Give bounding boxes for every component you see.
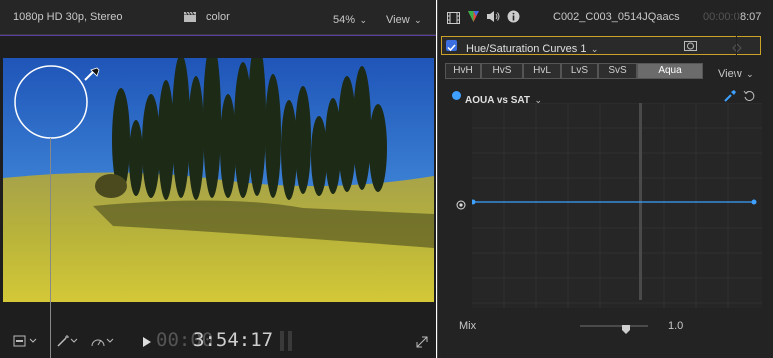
enhance-menu-wand-icon[interactable] (56, 334, 80, 348)
speed-menu-gauge-icon[interactable] (90, 334, 116, 348)
clip-duration-dim: 00:00:0 (703, 11, 740, 23)
pause-bars-icon (279, 331, 293, 351)
viewer-panel: 1080p HD 30p, Stereo color 54% ⌄ View ⌄ (0, 0, 436, 358)
inspector-clip-title: C002_C003_0514JQaacs (553, 11, 680, 23)
effect-name-menu[interactable]: Hue/Saturation Curves 1 ⌄ (466, 39, 598, 57)
view-label: View (718, 68, 742, 80)
tab-svs[interactable]: SvS (598, 63, 637, 79)
viewer-bottom-bar: 00:00 3:54:17 (0, 326, 436, 358)
mix-slider-thumb[interactable] (622, 321, 630, 334)
effect-enable-checkbox[interactable] (446, 40, 457, 52)
progress-line (0, 35, 436, 36)
mix-slider[interactable] (580, 325, 648, 334)
eyedropper-cursor-icon (82, 60, 98, 74)
callout-line-viewer (50, 138, 51, 358)
callout-line-curve (443, 96, 444, 358)
chevron-down-icon: ⌄ (746, 69, 754, 79)
mix-value: 1.0 (668, 320, 684, 332)
reset-icon[interactable] (743, 89, 755, 101)
playhead-timecode: 3:54:17 (193, 329, 274, 351)
keyframe-icon[interactable] (732, 40, 742, 53)
clip-duration: 8:07 (740, 11, 762, 23)
zoom-menu[interactable]: 54% ⌄ (333, 10, 368, 26)
tab-hvs[interactable]: HvS (481, 63, 523, 79)
zoom-value: 54% (333, 14, 356, 26)
callout-line-curve-tick (443, 96, 451, 97)
tab-hvl[interactable]: HvL (523, 63, 561, 79)
audio-speaker-icon[interactable] (486, 10, 500, 23)
viewer-toolbar: 1080p HD 30p, Stereo color 54% ⌄ View ⌄ (0, 0, 436, 35)
chevron-down-icon: ⌄ (359, 15, 368, 25)
mask-icon[interactable] (684, 39, 697, 51)
effect-header: Hue/Saturation Curves 1 ⌄ (441, 36, 761, 55)
tab-aqua[interactable]: Aqua (637, 63, 703, 79)
view-label: View (386, 14, 410, 26)
clapper-icon (183, 10, 197, 22)
info-icon[interactable] (507, 10, 520, 23)
color-prism-icon[interactable] (467, 10, 480, 23)
curve-graph[interactable] (470, 102, 762, 308)
chevron-down-icon: ⌄ (414, 15, 422, 25)
clip-name: color (206, 11, 230, 23)
fullscreen-icon[interactable] (416, 335, 428, 348)
curve-color-dot (452, 91, 461, 100)
play-icon[interactable] (142, 335, 152, 347)
film-icon[interactable] (447, 11, 460, 24)
chevron-down-icon: ⌄ (590, 44, 599, 54)
mix-label: Mix (459, 320, 477, 332)
tab-lvs[interactable]: LvS (561, 63, 598, 79)
viewer-image[interactable] (3, 58, 434, 302)
eyedropper-icon[interactable] (723, 89, 737, 103)
viewer-view-menu[interactable]: View ⌄ (386, 10, 422, 26)
format-label: 1080p HD 30p, Stereo (13, 11, 123, 23)
curve-target-icon[interactable] (456, 197, 466, 210)
effect-name: Hue/Saturation Curves 1 (466, 43, 587, 55)
transform-menu[interactable] (13, 334, 39, 348)
callout-line-eyedropper (736, 0, 737, 92)
tab-hvh[interactable]: HvH (445, 63, 481, 79)
